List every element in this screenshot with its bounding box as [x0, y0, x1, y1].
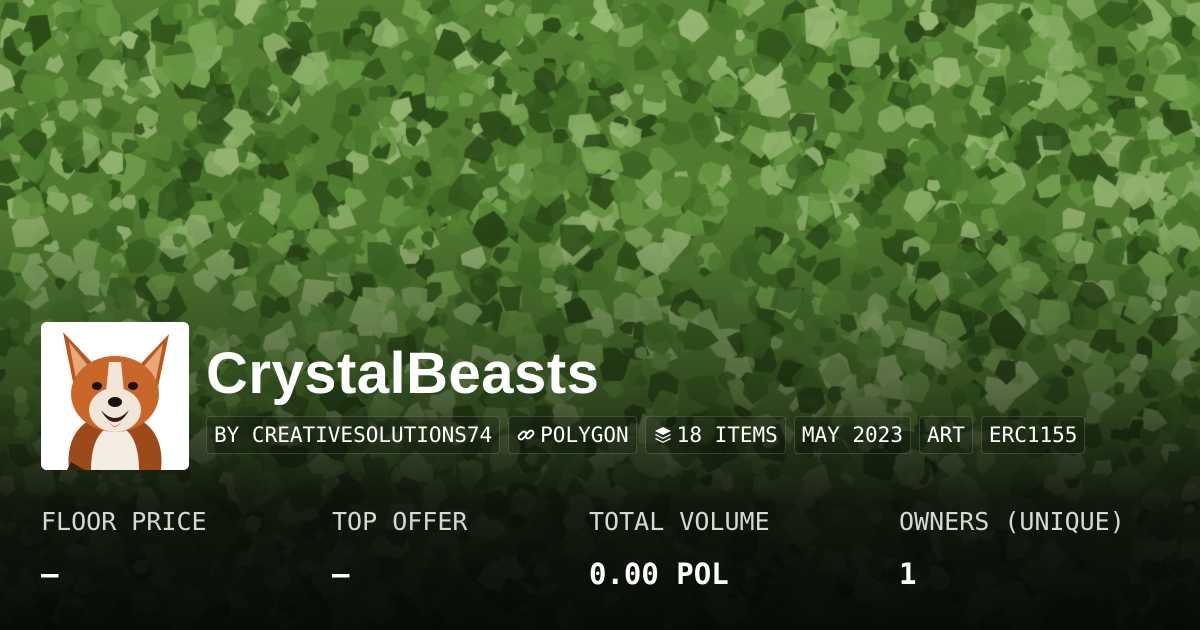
date-tag: MAY 2023 [793, 416, 911, 454]
layers-icon [653, 425, 673, 445]
chain-label: POLYGON [540, 423, 629, 447]
owners-value: 1 [899, 557, 917, 591]
creator-tag[interactable]: BY CREATIVESOLUTIONS74 [206, 416, 501, 454]
collection-title: CrystalBeasts [206, 341, 600, 406]
creator-label: BY CREATIVESOLUTIONS74 [214, 423, 493, 447]
corgi-avatar-icon [41, 322, 189, 470]
owners-label: OWNERS (UNIQUE) [899, 507, 1125, 536]
date-label: MAY 2023 [801, 423, 903, 447]
total-volume-stat: TOTAL VOLUME 0.00 POL [589, 504, 770, 594]
floor-price-label: FLOOR PRICE [41, 507, 207, 536]
top-offer-value: – [332, 557, 350, 591]
category-label: ART [926, 423, 965, 447]
top-offer-stat: TOP OFFER – [332, 504, 467, 594]
total-volume-value: 0.00 POL [589, 557, 729, 591]
collection-banner: CrystalBeasts BY CREATIVESOLUTIONS74 POL… [0, 0, 1200, 630]
total-volume-label: TOTAL VOLUME [589, 507, 770, 536]
link-icon [516, 425, 536, 445]
floor-price-value: – [41, 557, 59, 591]
category-tag[interactable]: ART [918, 416, 973, 454]
items-tag[interactable]: 18 ITEMS [644, 416, 786, 454]
standard-label: ERC1155 [988, 423, 1078, 447]
items-label: 18 ITEMS [676, 423, 778, 447]
standard-tag: ERC1155 [980, 416, 1086, 454]
owners-stat: OWNERS (UNIQUE) 1 [899, 504, 1125, 594]
floor-price-stat: FLOOR PRICE – [41, 504, 207, 594]
top-offer-label: TOP OFFER [332, 507, 468, 536]
collection-avatar [41, 322, 189, 470]
collection-tags: BY CREATIVESOLUTIONS74 POLYGON 18 ITEMS [206, 416, 1086, 454]
chain-tag[interactable]: POLYGON [508, 416, 637, 454]
